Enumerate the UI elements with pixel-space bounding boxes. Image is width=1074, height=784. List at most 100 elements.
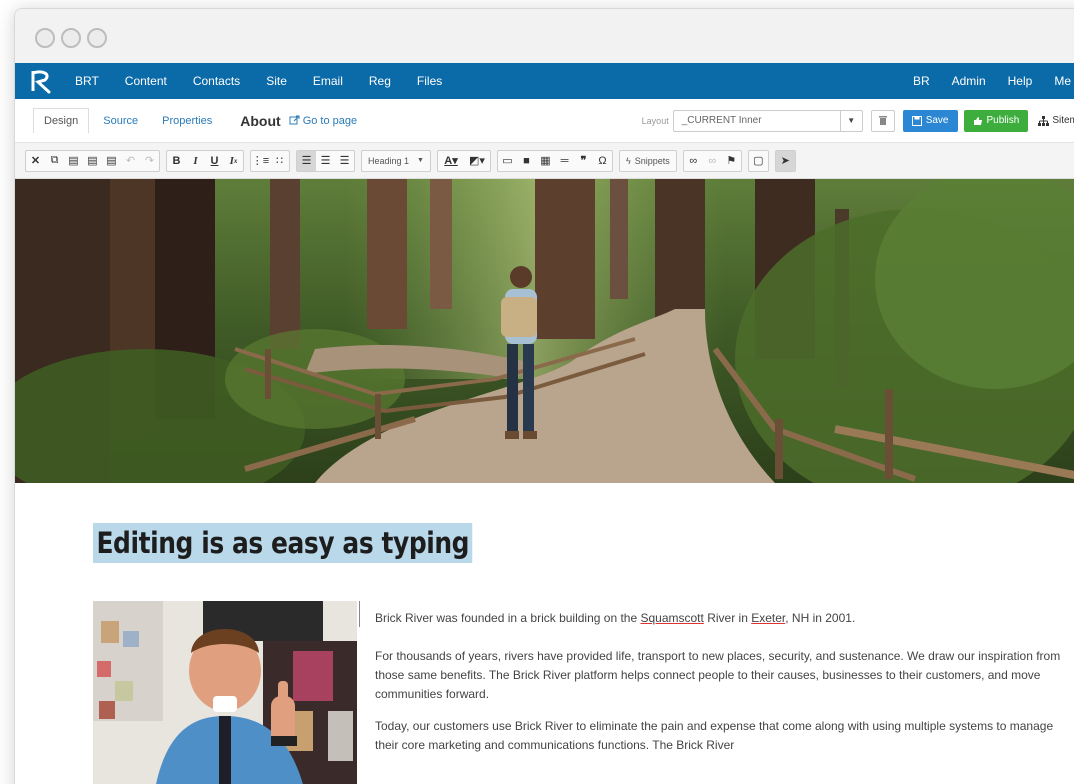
heading-dropdown-label: Heading 1 [368, 155, 410, 166]
table-icon[interactable]: ▦ [536, 151, 555, 171]
sitemap-label: Sitemap [1052, 115, 1074, 126]
external-link-icon [289, 115, 300, 125]
sitemap-icon [1038, 115, 1050, 126]
align-right-icon[interactable]: ☰ [335, 151, 354, 171]
chevron-down-icon: ▼ [417, 157, 424, 164]
align-left-icon[interactable]: ☰ [297, 150, 316, 171]
floppy-icon [911, 115, 922, 126]
person-thumbs-up-photo [93, 601, 357, 784]
editor-bar: Design Source Properties About Go to pag… [15, 99, 1074, 143]
paste-icon[interactable]: ▤ [64, 151, 83, 171]
heading-dropdown[interactable]: Heading 1 ▼ [361, 149, 431, 172]
snippets-button-inner: ϟ Snippets [620, 151, 676, 171]
goto-page-link[interactable]: Go to page [289, 115, 357, 127]
paragraph-founding[interactable]: Brick River was founded in a brick build… [375, 609, 1074, 628]
chevron-down-icon: ▼ [839, 110, 862, 131]
content-heading[interactable]: Editing is as easy as typing [93, 523, 473, 563]
tab-source[interactable]: Source [93, 109, 148, 133]
page-title: About [240, 112, 281, 129]
toolbar-group-lists: ⋮≡ ∷ [250, 149, 290, 172]
copy-icon[interactable]: ⧉ [45, 151, 64, 171]
underline-icon[interactable]: U [205, 151, 224, 171]
align-center-icon[interactable]: ☰ [316, 151, 335, 171]
snippets-label: Snippets [634, 155, 670, 166]
window-maximize-dot[interactable] [87, 28, 107, 48]
publish-button[interactable]: Publish [963, 109, 1029, 132]
exeter-spell-link: Exeter [751, 611, 786, 625]
logo-icon [31, 70, 51, 94]
thumbs-up-icon [973, 116, 982, 125]
redo-icon[interactable]: ↷ [140, 151, 159, 171]
special-char-icon[interactable]: Ω [593, 151, 612, 171]
page-content: Editing is as easy as typing Brick River… [15, 483, 1074, 784]
bg-color-icon[interactable]: ◩▾ [464, 151, 490, 171]
paste-word-icon[interactable]: ▤ [102, 151, 121, 171]
brick-river-logo[interactable] [23, 63, 61, 99]
p1-post: , NH in 2001. [785, 611, 856, 625]
app-window: BRT Content Contacts Site Email Reg File… [14, 8, 1074, 784]
text-color-icon[interactable]: A▾ [438, 151, 464, 171]
undo-icon[interactable]: ↶ [121, 151, 140, 171]
nav-item-help[interactable]: Help [1008, 74, 1033, 88]
image-icon[interactable]: ▭ [498, 151, 517, 171]
layout-select[interactable]: _CURRENT Inner ▼ [672, 109, 863, 132]
heading-dropdown-value: Heading 1 ▼ [362, 151, 430, 171]
goto-page-label: Go to page [302, 114, 358, 127]
navigate-arrow-icon[interactable]: ➤ [775, 150, 795, 171]
toolbar-group-links: ∞ ∞ ⚑ [682, 149, 742, 172]
toolbar-group-view: ▢ [747, 149, 769, 172]
nav-item-email[interactable]: Email [313, 74, 343, 88]
numbered-list-icon[interactable]: ⋮≡ [251, 151, 270, 171]
paragraph-customers[interactable]: Today, our customers use Brick River to … [375, 717, 1074, 755]
delete-button[interactable] [870, 109, 895, 132]
anchor-flag-icon[interactable]: ⚑ [722, 151, 741, 171]
layout-select-value: _CURRENT Inner [681, 115, 762, 126]
horizontal-rule-icon[interactable]: ═ [555, 151, 574, 171]
nav-item-admin[interactable]: Admin [952, 74, 986, 88]
paragraph-inspiration[interactable]: For thousands of years, rivers have prov… [375, 647, 1074, 704]
show-blocks-icon[interactable]: ▢ [749, 151, 768, 171]
video-icon[interactable]: ■ [517, 151, 536, 171]
remove-format-icon[interactable]: Ix [224, 151, 243, 171]
paste-text-icon[interactable]: ▤ [83, 151, 102, 171]
p1-pre: Brick River was founded in a brick build… [375, 611, 641, 625]
window-titlebar [15, 9, 1074, 63]
toolbar-group-align: ☰ ☰ ☰ [296, 149, 355, 172]
blockquote-icon[interactable]: ❞ [574, 151, 593, 171]
cut-icon[interactable]: ✕ [26, 151, 45, 171]
nav-item-reg[interactable]: Reg [369, 74, 391, 88]
window-minimize-dot[interactable] [61, 28, 81, 48]
forest-path-illustration [15, 179, 1074, 483]
bulleted-list-icon[interactable]: ∷ [270, 151, 289, 171]
nav-item-files[interactable]: Files [417, 74, 442, 88]
nav-item-content[interactable]: Content [125, 74, 167, 88]
save-label: Save [925, 115, 949, 126]
layout-label: Layout [641, 115, 669, 126]
toolbar-group-color: A▾ ◩▾ [436, 149, 491, 172]
snippets-button[interactable]: ϟ Snippets [618, 149, 677, 172]
toolbar-group-clipboard: ✕ ⧉ ▤ ▤ ▤ ↶ ↷ [25, 149, 160, 172]
italic-icon[interactable]: I [186, 151, 205, 171]
formatting-toolbar: ✕ ⧉ ▤ ▤ ▤ ↶ ↷ B I U Ix ⋮≡ ∷ ☰ ☰ ☰ Headin… [15, 143, 1074, 179]
save-button[interactable]: Save [902, 109, 958, 132]
nav-item-site[interactable]: Site [266, 74, 287, 88]
unlink-icon[interactable]: ∞ [703, 151, 722, 171]
tab-design[interactable]: Design [33, 108, 90, 133]
tab-properties[interactable]: Properties [152, 109, 222, 133]
window-close-dot[interactable] [35, 28, 55, 48]
bold-icon[interactable]: B [167, 151, 186, 171]
office-photo-illustration [93, 601, 357, 784]
link-icon[interactable]: ∞ [684, 151, 703, 171]
sitemap-button[interactable]: Sitemap [1034, 109, 1074, 132]
bolt-icon: ϟ [625, 155, 631, 166]
toolbar-group-text: B I U Ix [166, 149, 244, 172]
nav-left-group: BRT Content Contacts Site Email Reg File… [75, 74, 468, 88]
toolbar-group-insert: ▭ ■ ▦ ═ ❞ Ω [496, 149, 613, 172]
nav-item-br[interactable]: BR [913, 74, 930, 88]
nav-item-contacts[interactable]: Contacts [193, 74, 240, 88]
nav-item-me[interactable]: Me [1054, 74, 1071, 88]
nav-right-group: BR Admin Help Me [913, 74, 1074, 88]
nav-item-brt[interactable]: BRT [75, 74, 99, 88]
p1-mid: River in [703, 611, 752, 625]
top-navigation: BRT Content Contacts Site Email Reg File… [15, 63, 1074, 99]
